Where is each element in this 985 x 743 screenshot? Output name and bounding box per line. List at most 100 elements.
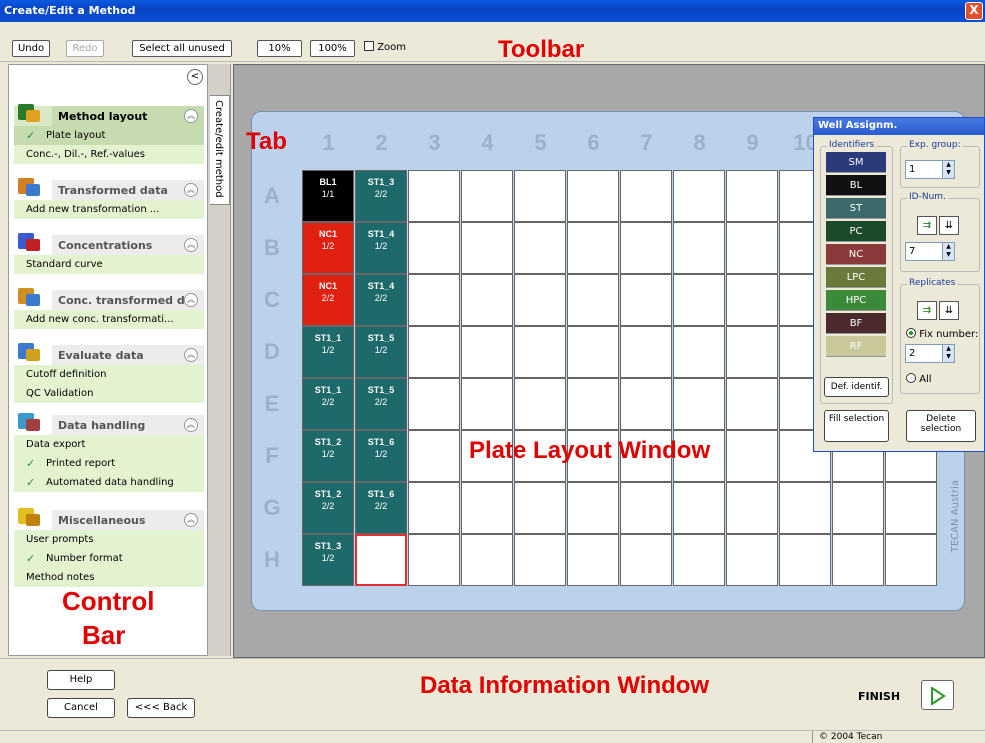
plate-well[interactable] (885, 534, 937, 586)
spinner-arrows-icon[interactable]: ▲ ▼ (942, 345, 954, 362)
fix-number-radio[interactable]: Fix number: (906, 328, 978, 340)
control-item[interactable]: Add new conc. transformati... (14, 310, 204, 329)
plate-well[interactable] (461, 378, 513, 430)
plate-well[interactable]: ST1_3 1/2 (302, 534, 354, 586)
control-item[interactable]: Add new transformation ... (14, 200, 204, 219)
plate-well[interactable] (726, 378, 778, 430)
zoom-checkbox[interactable]: Zoom (364, 41, 406, 53)
plate-well[interactable] (673, 378, 725, 430)
plate-well[interactable] (514, 274, 566, 326)
plate-well[interactable] (779, 534, 831, 586)
plate-well[interactable] (620, 326, 672, 378)
chevron-up-icon[interactable]: ︽ (184, 109, 198, 123)
plate-well[interactable] (514, 222, 566, 274)
plate-well[interactable]: ST1_4 1/2 (355, 222, 407, 274)
plate-well[interactable] (355, 534, 407, 586)
plate-well[interactable] (673, 222, 725, 274)
plate-well[interactable] (461, 482, 513, 534)
plate-well[interactable] (726, 430, 778, 482)
plate-well[interactable] (408, 482, 460, 534)
plate-well[interactable] (461, 534, 513, 586)
control-group-header[interactable]: Conc. transformed d... ︽ (14, 288, 204, 310)
plate-well[interactable] (673, 482, 725, 534)
control-item[interactable]: Conc.-, Dil.-, Ref.-values (14, 145, 204, 164)
plate-well[interactable] (514, 482, 566, 534)
delete-selection-button[interactable]: Delete selection (906, 410, 976, 442)
plate-well[interactable]: ST1_1 2/2 (302, 378, 354, 430)
control-group-header[interactable]: Evaluate data ︽ (14, 343, 204, 365)
plate-well[interactable] (461, 274, 513, 326)
order-vertical-icon[interactable]: ⇊ (939, 216, 959, 235)
plate-well[interactable]: ST1_4 2/2 (355, 274, 407, 326)
plate-well[interactable] (567, 482, 619, 534)
finish-button[interactable] (921, 680, 954, 710)
plate-well[interactable] (461, 326, 513, 378)
plate-well[interactable] (461, 170, 513, 222)
plate-well[interactable] (514, 378, 566, 430)
control-item[interactable]: User prompts (14, 530, 204, 549)
plate-well[interactable] (514, 326, 566, 378)
plate-well[interactable] (461, 222, 513, 274)
identifier-button[interactable]: HPC (826, 290, 886, 311)
plate-well[interactable]: ST1_6 1/2 (355, 430, 407, 482)
order-horizontal-icon[interactable]: ⇉ (917, 216, 937, 235)
plate-well[interactable]: ST1_5 2/2 (355, 378, 407, 430)
plate-well[interactable] (567, 378, 619, 430)
plate-well[interactable] (620, 482, 672, 534)
control-group-header[interactable]: Concentrations ︽ (14, 233, 204, 255)
control-item[interactable]: Data export (14, 435, 204, 454)
plate-well[interactable]: ST1_5 1/2 (355, 326, 407, 378)
plate-well[interactable] (408, 170, 460, 222)
plate-well[interactable] (673, 326, 725, 378)
plate-well[interactable]: ST1_6 2/2 (355, 482, 407, 534)
identifier-button[interactable]: SM (826, 152, 886, 173)
select-all-unused-button[interactable]: Select all unused (132, 40, 232, 57)
plate-well[interactable] (726, 274, 778, 326)
close-button[interactable]: X (965, 2, 983, 20)
plate-well[interactable] (673, 170, 725, 222)
chevron-up-icon[interactable]: ︽ (184, 183, 198, 197)
plate-well[interactable] (832, 534, 884, 586)
plate-well[interactable] (726, 534, 778, 586)
chevron-up-icon[interactable]: ︽ (184, 293, 198, 307)
control-group-header[interactable]: Miscellaneous ︽ (14, 508, 204, 530)
identifier-button[interactable]: PC (826, 221, 886, 242)
plate-well[interactable] (408, 274, 460, 326)
identifier-button[interactable]: BL (826, 175, 886, 196)
plate-well[interactable]: ST1_2 1/2 (302, 430, 354, 482)
plate-well[interactable] (567, 222, 619, 274)
plate-well[interactable] (832, 482, 884, 534)
back-button[interactable]: <<< Back (127, 698, 195, 718)
redo-button[interactable]: Redo (66, 40, 104, 57)
plate-well[interactable] (567, 326, 619, 378)
control-item[interactable]: QC Validation (14, 384, 204, 403)
plate-well[interactable] (514, 170, 566, 222)
identifier-button[interactable]: BF (826, 313, 886, 334)
chevron-up-icon[interactable]: ︽ (184, 418, 198, 432)
plate-well[interactable] (779, 482, 831, 534)
plate-well[interactable] (726, 170, 778, 222)
control-item[interactable]: ✓ Plate layout (14, 126, 204, 145)
control-item[interactable]: ✓ Automated data handling (14, 473, 204, 492)
plate-well[interactable]: ST1_1 1/2 (302, 326, 354, 378)
plate-well[interactable] (726, 222, 778, 274)
plate-well[interactable]: NC1 2/2 (302, 274, 354, 326)
fill-selection-button[interactable]: Fill selection (824, 410, 889, 442)
spinner-arrows-icon[interactable]: ▲ ▼ (942, 161, 954, 178)
plate-well[interactable] (620, 170, 672, 222)
control-group-header[interactable]: Data handling ︽ (14, 413, 204, 435)
all-radio[interactable]: All (906, 373, 932, 385)
control-group-header[interactable]: Method layout ︽ (14, 104, 204, 126)
def-identif-button[interactable]: Def. identif. (824, 377, 889, 397)
exp-group-spinner[interactable]: 1 ▲ ▼ (905, 160, 955, 179)
plate-well[interactable] (673, 534, 725, 586)
plate-well[interactable] (620, 534, 672, 586)
control-item[interactable]: ✓ Number format (14, 549, 204, 568)
plate-well[interactable]: ST1_3 2/2 (355, 170, 407, 222)
zoom-10-button[interactable]: 10% (257, 40, 302, 57)
undo-button[interactable]: Undo (12, 40, 50, 57)
control-item[interactable]: Cutoff definition (14, 365, 204, 384)
replicate-vertical-icon[interactable]: ⇊ (939, 301, 959, 320)
tab-create-edit-method[interactable]: Create/edit method (210, 95, 230, 205)
plate-well[interactable] (567, 534, 619, 586)
